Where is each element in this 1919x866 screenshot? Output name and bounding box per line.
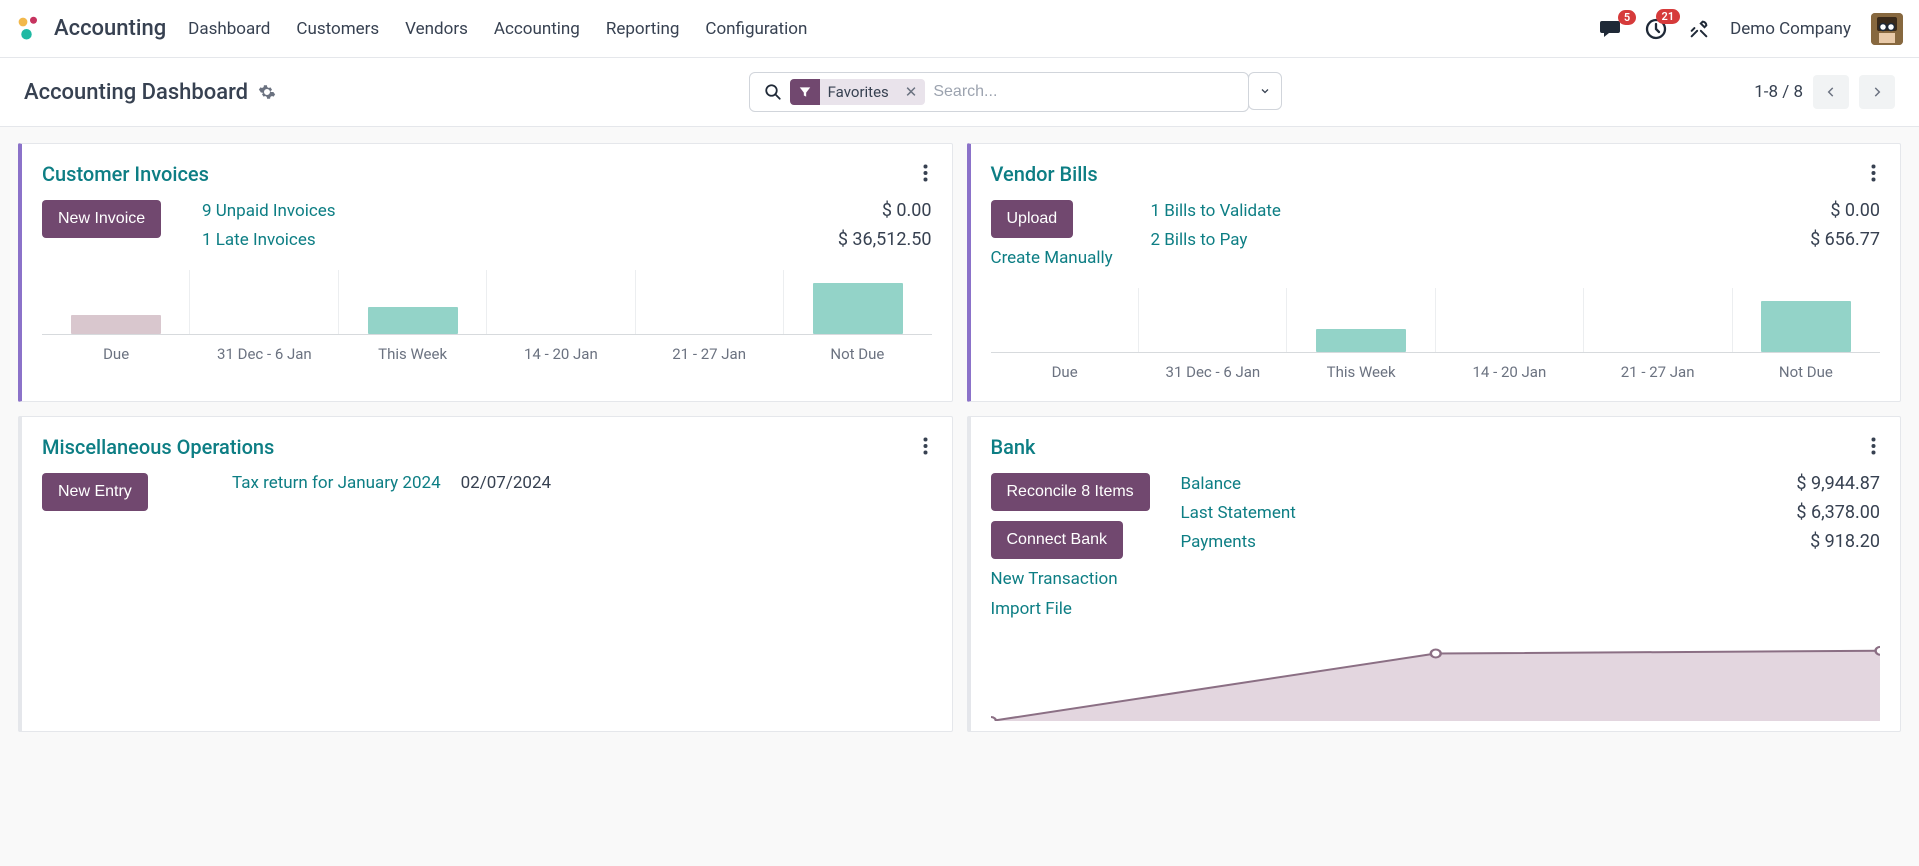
last-statement-link[interactable]: Last Statement <box>1181 503 1296 523</box>
pager-prev[interactable] <box>1813 75 1849 109</box>
pager: 1-8 / 8 <box>1754 75 1895 109</box>
unpaid-invoices-link[interactable]: 9 Unpaid Invoices <box>202 201 336 221</box>
bills-to-pay-value: $ 656.77 <box>1810 229 1880 250</box>
card-title[interactable]: Bank <box>991 435 1036 459</box>
nav-dashboard[interactable]: Dashboard <box>188 19 270 39</box>
pager-text[interactable]: 1-8 / 8 <box>1754 82 1803 102</box>
bills-to-validate-value: $ 0.00 <box>1830 200 1880 221</box>
tax-return-link[interactable]: Tax return for January 2024 <box>232 473 441 493</box>
gear-icon[interactable] <box>258 83 276 101</box>
main-nav: Dashboard Customers Vendors Accounting R… <box>188 19 1600 39</box>
card-bank: Bank Reconcile 8 Items Connect Bank New … <box>967 416 1902 732</box>
card-miscellaneous-operations: Miscellaneous Operations New Entry Tax r… <box>18 416 953 732</box>
activities-badge: 21 <box>1656 9 1681 24</box>
unpaid-invoices-value: $ 0.00 <box>882 200 932 221</box>
tax-return-date: 02/07/2024 <box>461 473 551 493</box>
search-input[interactable] <box>925 77 1241 107</box>
payments-value: $ 918.20 <box>1810 531 1880 552</box>
kebab-icon[interactable] <box>919 162 932 184</box>
kebab-icon[interactable] <box>1867 435 1880 457</box>
topbar: Accounting Dashboard Customers Vendors A… <box>0 0 1919 58</box>
kebab-icon[interactable] <box>919 435 932 457</box>
filter-chip-remove[interactable]: ✕ <box>897 79 926 105</box>
card-title[interactable]: Miscellaneous Operations <box>42 435 274 459</box>
card-vendor-bills: Vendor Bills Upload Create Manually 1 Bi… <box>967 143 1902 402</box>
nav-reporting[interactable]: Reporting <box>606 19 680 39</box>
nav-customers[interactable]: Customers <box>296 19 379 39</box>
messages-icon[interactable]: 5 <box>1600 18 1624 40</box>
dashboard-content: Customer Invoices New Invoice 9 Unpaid I… <box>0 127 1919 748</box>
card-title[interactable]: Customer Invoices <box>42 162 209 186</box>
tools-icon[interactable] <box>1688 18 1710 40</box>
search-options-dropdown[interactable] <box>1248 72 1282 110</box>
upload-button[interactable]: Upload <box>991 200 1074 238</box>
connect-bank-button[interactable]: Connect Bank <box>991 521 1124 559</box>
late-invoices-value: $ 36,512.50 <box>838 229 932 250</box>
bank-chart <box>991 631 1881 721</box>
bills-to-pay-link[interactable]: 2 Bills to Pay <box>1151 230 1248 250</box>
app-logo[interactable] <box>16 15 44 43</box>
app-name[interactable]: Accounting <box>54 16 166 41</box>
pager-next[interactable] <box>1859 75 1895 109</box>
avatar[interactable] <box>1871 13 1903 45</box>
funnel-icon <box>790 79 820 105</box>
customer-invoices-chart: Due31 Dec - 6 JanThis Week14 - 20 Jan21 … <box>42 270 932 373</box>
last-statement-value: $ 6,378.00 <box>1796 502 1880 523</box>
reconcile-button[interactable]: Reconcile 8 Items <box>991 473 1150 511</box>
payments-link[interactable]: Payments <box>1181 532 1256 552</box>
topbar-right: 5 21 Demo Company <box>1600 13 1903 45</box>
nav-configuration[interactable]: Configuration <box>705 19 807 39</box>
balance-value: $ 9,944.87 <box>1796 473 1880 494</box>
new-entry-button[interactable]: New Entry <box>42 473 148 511</box>
control-panel: Accounting Dashboard Favorites ✕ 1-8 / 8 <box>0 58 1919 127</box>
company-selector[interactable]: Demo Company <box>1730 19 1851 39</box>
search-box: Favorites ✕ <box>749 72 1249 112</box>
late-invoices-link[interactable]: 1 Late Invoices <box>202 230 316 250</box>
vendor-bills-chart: Due31 Dec - 6 JanThis Week14 - 20 Jan21 … <box>991 288 1881 391</box>
card-title[interactable]: Vendor Bills <box>991 162 1098 186</box>
page-title: Accounting Dashboard <box>24 80 248 105</box>
balance-link[interactable]: Balance <box>1181 474 1242 494</box>
nav-accounting[interactable]: Accounting <box>494 19 580 39</box>
card-customer-invoices: Customer Invoices New Invoice 9 Unpaid I… <box>18 143 953 402</box>
filter-chip-favorites: Favorites ✕ <box>790 79 926 105</box>
search-wrap: Favorites ✕ <box>296 72 1734 112</box>
new-invoice-button[interactable]: New Invoice <box>42 200 161 238</box>
activities-icon[interactable]: 21 <box>1644 17 1668 41</box>
search-icon[interactable] <box>764 83 782 101</box>
import-file-link[interactable]: Import File <box>991 599 1072 619</box>
nav-vendors[interactable]: Vendors <box>405 19 468 39</box>
bills-to-validate-link[interactable]: 1 Bills to Validate <box>1151 201 1281 221</box>
kebab-icon[interactable] <box>1867 162 1880 184</box>
filter-chip-label[interactable]: Favorites <box>820 79 897 105</box>
messages-badge: 5 <box>1618 10 1636 25</box>
create-manually-link[interactable]: Create Manually <box>991 248 1113 268</box>
new-transaction-link[interactable]: New Transaction <box>991 569 1118 589</box>
page-title-wrap: Accounting Dashboard <box>24 80 276 105</box>
